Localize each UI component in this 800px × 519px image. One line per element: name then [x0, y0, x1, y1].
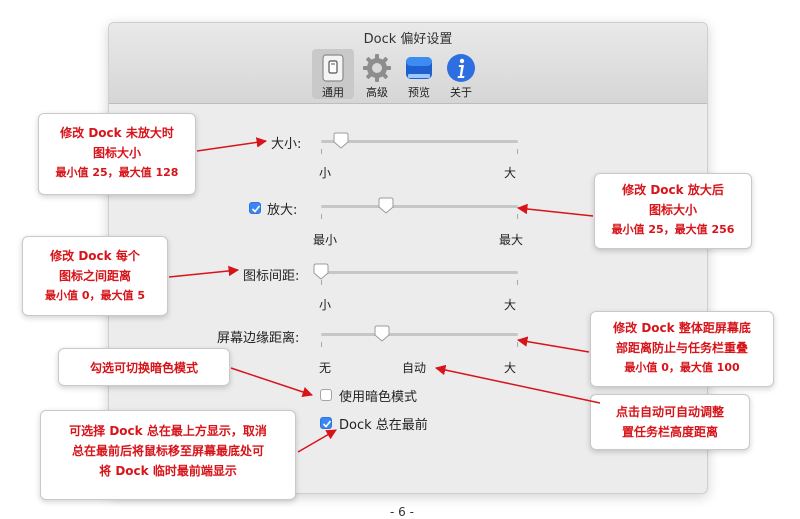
- always-front-label: Dock 总在最前: [339, 418, 428, 433]
- spacing-min-label: 小: [319, 298, 332, 312]
- callout-line: 图标之间距离: [58, 269, 131, 283]
- callout-line: 总在最前后将鼠标移至屏幕最底处可: [71, 444, 264, 458]
- toolbar-tab-advanced[interactable]: 高级: [356, 49, 398, 99]
- callout-size: 修改 Dock 未放大时 图标大小 最小值 25，最大值 128: [38, 113, 196, 195]
- callout-line: 修改 Dock 未放大时: [60, 126, 174, 140]
- checkmark-icon: [322, 420, 332, 428]
- callout-line: 可选择 Dock 总在最上方显示，取消: [69, 424, 267, 438]
- window-title: Dock 偏好设置: [363, 32, 453, 47]
- spacing-max-label: 大: [504, 298, 517, 312]
- toolbar-tab-general[interactable]: 通用: [312, 49, 354, 99]
- slider-tick: [321, 342, 322, 347]
- callout-auto: 点击自动可自动调整 置任务栏高度距离: [590, 394, 750, 450]
- callout-line: 最小值 25，最大值 128: [55, 166, 179, 179]
- dark-mode-label: 使用暗色模式: [339, 390, 418, 405]
- window-titlebar: Dock 偏好设置 通用 高级 预览 关于: [109, 23, 707, 104]
- edge-distance-label: 屏幕边缘距离:: [217, 331, 300, 346]
- callout-magnify: 修改 Dock 放大后 图标大小 最小值 25，最大值 256: [594, 173, 752, 249]
- callout-line: 最小值 25，最大值 256: [611, 223, 735, 236]
- size-max-label: 大: [504, 166, 517, 180]
- callout-line: 修改 Dock 放大后: [622, 183, 724, 197]
- slider-tick: [517, 149, 518, 154]
- callout-line: 置任务栏高度距离: [621, 425, 718, 439]
- edge-distance-slider[interactable]: [321, 333, 518, 336]
- info-icon: [447, 54, 475, 82]
- callout-spacing: 修改 Dock 每个 图标之间距离 最小值 0，最大值 5: [22, 236, 168, 316]
- preview-window-icon: [406, 57, 432, 79]
- callout-edge: 修改 Dock 整体距屏幕底 部距离防止与任务栏重叠 最小值 0，最大值 100: [590, 311, 774, 387]
- size-slider[interactable]: [321, 140, 518, 143]
- callout-line: 修改 Dock 整体距屏幕底: [613, 321, 751, 335]
- edge-auto-button[interactable]: 自动: [402, 359, 426, 376]
- callout-line: 最小值 0，最大值 100: [624, 361, 740, 374]
- always-front-checkbox[interactable]: [320, 417, 332, 429]
- tab-label: 高级: [366, 86, 388, 99]
- size-label: 大小:: [271, 137, 302, 152]
- size-min-label: 小: [319, 166, 332, 180]
- checkmark-icon: [251, 205, 261, 213]
- spacing-slider[interactable]: [321, 271, 518, 274]
- tab-label: 通用: [322, 86, 344, 99]
- general-switch-icon: [322, 54, 344, 82]
- callout-line: 图标大小: [92, 146, 141, 160]
- magnify-max-label: 最大: [499, 233, 524, 247]
- tab-label: 关于: [450, 86, 472, 99]
- callout-line: 最小值 0，最大值 5: [45, 289, 145, 302]
- toolbar-tab-about[interactable]: 关于: [440, 49, 482, 99]
- edge-min-label: 无: [319, 361, 332, 375]
- slider-tick: [517, 342, 518, 347]
- slider-tick: [517, 280, 518, 285]
- callout-line: 图标大小: [648, 203, 697, 217]
- slider-tick: [321, 280, 322, 285]
- callout-line: 部距离防止与任务栏重叠: [615, 341, 748, 355]
- callout-always-front: 可选择 Dock 总在最上方显示，取消 总在最前后将鼠标移至屏幕最底处可 将 D…: [40, 410, 296, 500]
- callout-line: 将 Dock 临时最前端显示: [99, 464, 237, 478]
- magnify-slider[interactable]: [321, 205, 518, 208]
- magnify-label: 放大:: [267, 203, 298, 218]
- callout-dark-mode: 勾选可切换暗色模式: [58, 348, 230, 386]
- magnify-checkbox[interactable]: [249, 202, 261, 214]
- slider-tick: [321, 149, 322, 154]
- slider-tick: [321, 214, 322, 219]
- page-number: - 6 -: [390, 505, 414, 519]
- dark-mode-checkbox[interactable]: [320, 389, 332, 401]
- spacing-label: 图标间距:: [243, 269, 300, 284]
- callout-line: 勾选可切换暗色模式: [89, 361, 198, 375]
- toolbar-tab-preview[interactable]: 预览: [398, 49, 440, 99]
- callout-line: 修改 Dock 每个: [50, 249, 140, 263]
- magnify-min-label: 最小: [313, 233, 338, 247]
- gear-icon: [363, 54, 391, 82]
- tab-label: 预览: [408, 86, 430, 99]
- edge-max-label: 大: [504, 361, 517, 375]
- slider-tick: [517, 214, 518, 219]
- callout-line: 点击自动可自动调整: [615, 405, 724, 419]
